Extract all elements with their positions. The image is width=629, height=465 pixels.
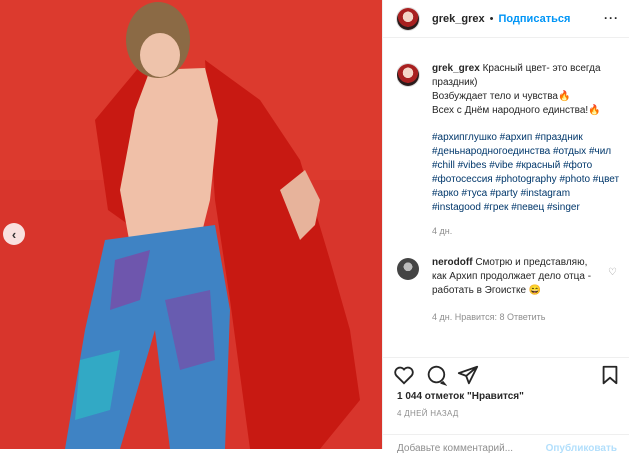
action-bar xyxy=(383,357,629,388)
comment-composer: Добавьте комментарий... Опубликовать xyxy=(383,434,629,465)
author-username[interactable]: grek_grex xyxy=(432,13,485,25)
commenter-avatar[interactable] xyxy=(397,258,419,280)
comment-meta: 4 дн. Нравится: 8 Ответить xyxy=(432,312,546,322)
likes-count[interactable]: 1 044 отметок "Нравится" xyxy=(397,391,524,402)
caption-text-wrap: grek_grex Красный цвет- это всегда празд… xyxy=(432,62,621,118)
comment-body: nerodoff Смотрю и представляю, как Архип… xyxy=(432,256,621,324)
comment-item: nerodoff Смотрю и представляю, как Архип… xyxy=(397,256,621,324)
instagram-post: ‹ grek_grex • Подписаться ··· grek_grex … xyxy=(0,0,629,454)
share-icon[interactable] xyxy=(457,364,479,386)
post-date: 4 ДНЕЙ НАЗАД xyxy=(397,409,459,418)
post-header: grek_grex • Подписаться ··· xyxy=(383,0,629,38)
author-avatar[interactable] xyxy=(397,7,419,30)
follow-button[interactable]: Подписаться xyxy=(498,13,570,25)
caption-username[interactable]: grek_grex xyxy=(432,63,480,74)
post-media[interactable]: ‹ xyxy=(0,0,382,449)
comments-list[interactable]: grek_grex Красный цвет- это всегда празд… xyxy=(397,62,621,352)
caption-body: grek_grex Красный цвет- это всегда празд… xyxy=(432,62,621,238)
comment-text-wrap: nerodoff Смотрю и представляю, как Архип… xyxy=(432,256,603,298)
commenter-username[interactable]: nerodoff xyxy=(432,257,473,268)
caption-hashtags[interactable]: #архипглушко #архип #праздник #деньнарод… xyxy=(432,131,621,215)
separator-dot: • xyxy=(489,12,494,25)
chevron-left-icon: ‹ xyxy=(11,226,17,242)
post-sidebar: grek_grex • Подписаться ··· grek_grex Кр… xyxy=(382,0,629,454)
caption: grek_grex Красный цвет- это всегда празд… xyxy=(397,62,621,238)
post-photo xyxy=(0,0,382,449)
heart-icon[interactable] xyxy=(393,364,415,386)
bookmark-icon[interactable] xyxy=(599,364,621,386)
caption-age: 4 дн. xyxy=(432,226,453,236)
caption-avatar[interactable] xyxy=(397,64,419,86)
previous-image-button[interactable]: ‹ xyxy=(3,223,25,245)
comment-icon[interactable] xyxy=(425,364,447,386)
small-heart-icon[interactable]: ♡ xyxy=(608,266,617,280)
more-options-icon[interactable]: ··· xyxy=(604,11,619,25)
